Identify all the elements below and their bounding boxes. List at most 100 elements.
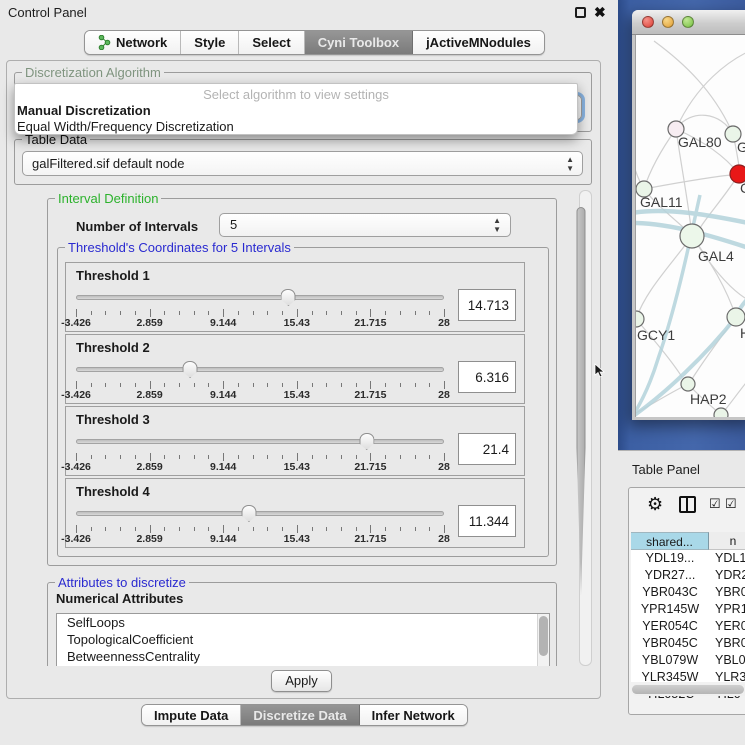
list-item[interactable]: BetweennessCentrality [57, 648, 549, 665]
list-scrollbar-thumb[interactable] [539, 616, 548, 656]
threshold-2-panel: Threshold 2 -3.4262.8599.14415.4321.7152… [65, 334, 525, 404]
slider-thumb[interactable] [281, 289, 296, 306]
dropdown-placeholder: Select algorithm to view settings [15, 87, 577, 102]
attributes-group: Attributes to discretize Numerical Attri… [47, 582, 557, 666]
gear-icon[interactable]: ⚙ [647, 494, 663, 515]
threshold-1-value-input[interactable]: 14.713 [458, 289, 516, 321]
threshold-4-value-input[interactable]: 11.344 [458, 505, 516, 537]
table-row[interactable]: YDL19...YDL1 [631, 550, 745, 567]
network-icon [98, 35, 111, 50]
table-row[interactable]: YBR043CYBR0 [631, 584, 745, 601]
column-header-name[interactable]: n [709, 532, 745, 550]
zoom-traffic-light-icon[interactable] [682, 16, 694, 28]
threshold-3-label: Threshold 3 [76, 412, 150, 427]
slider-tick-labels: -3.4262.8599.14415.4321.71528 [76, 461, 444, 473]
table-panel-frame: ⚙ ☑ ☑ shared... n YDL19...YDL1 YDR27...Y… [628, 487, 745, 715]
threshold-1-panel: Threshold 1 -3.4262.8599.14415.4321.7152… [65, 262, 525, 332]
list-item[interactable]: SelfLoops [57, 614, 549, 631]
slider-tick-labels: -3.4262.8599.14415.4321.71528 [76, 389, 444, 401]
threshold-4-label: Threshold 4 [76, 484, 150, 499]
table-row[interactable]: YPR145WYPR1 [631, 601, 745, 618]
control-panel: Control Panel ✖ Network Style Select Cyn… [0, 0, 618, 745]
node-h[interactable] [727, 308, 745, 326]
column-header-shared[interactable]: shared... [631, 532, 709, 550]
table-row[interactable]: YBR045CYBR0 [631, 635, 745, 652]
list-item[interactable]: TopologicalCoefficient [57, 631, 549, 648]
table-data-selected-value: galFiltered.sif default node [32, 156, 184, 171]
control-panel-titlebar: Control Panel ✖ [0, 0, 618, 26]
checkbox-checked-icon[interactable]: ☑ [725, 496, 737, 512]
tab-discretize-data[interactable]: Discretize Data [241, 705, 359, 725]
table-row[interactable]: YDR27...YDR2 [631, 567, 745, 584]
minimize-traffic-light-icon[interactable] [662, 16, 674, 28]
dropdown-item-equal-width-frequency[interactable]: Equal Width/Frequency Discretization [17, 119, 234, 134]
slider-track [76, 367, 444, 372]
slider-track [76, 511, 444, 516]
threshold-2-label: Threshold 2 [76, 340, 150, 355]
close-traffic-light-icon[interactable] [642, 16, 654, 28]
numerical-attributes-list[interactable]: SelfLoops TopologicalCoefficient Between… [56, 613, 550, 666]
node-hap2[interactable] [681, 377, 695, 391]
table-panel: Table Panel ⚙ ☑ ☑ shared... n YDL19...YD… [618, 450, 745, 745]
threshold-1-label: Threshold 1 [76, 268, 150, 283]
tab-network[interactable]: Network [85, 31, 181, 54]
threshold-1-slider[interactable]: -3.4262.8599.14415.4321.71528 [76, 289, 444, 329]
node-label: HAP2 [690, 391, 727, 407]
node-label: GAL11 [640, 194, 683, 210]
tab-style[interactable]: Style [181, 31, 239, 54]
close-icon[interactable]: ✖ [594, 4, 606, 21]
threshold-2-value-input[interactable]: 6.316 [458, 361, 516, 393]
table-data-combobox[interactable]: galFiltered.sif default node ▲▼ [22, 151, 583, 176]
slider-ticks [76, 309, 444, 317]
dropdown-item-manual-discretization[interactable]: Manual Discretization [17, 103, 151, 118]
slider-thumb[interactable] [183, 361, 198, 378]
threshold-3-panel: Threshold 3 -3.4262.8599.14415.4321.7152… [65, 406, 525, 476]
slider-track [76, 295, 444, 300]
table-row[interactable]: YER054CYER0 [631, 618, 745, 635]
number-of-intervals-spinner[interactable]: 5 ▲▼ [219, 213, 511, 237]
top-tab-bar: Network Style Select Cyni Toolbox jActiv… [84, 30, 545, 55]
threshold-2-slider[interactable]: -3.4262.8599.14415.4321.71528 [76, 361, 444, 401]
columns-icon[interactable] [679, 496, 696, 513]
node-label: GAL80 [678, 134, 722, 150]
number-of-intervals-label: Number of Intervals [76, 219, 198, 234]
threshold-3-slider[interactable]: -3.4262.8599.14415.4321.71528 [76, 433, 444, 473]
tab-infer-network[interactable]: Infer Network [360, 705, 467, 725]
node-label: GA [737, 139, 745, 155]
table-toolbar: ⚙ ☑ ☑ [629, 488, 745, 522]
node-gcy1[interactable] [636, 311, 644, 327]
slider-thumb[interactable] [241, 505, 256, 522]
threshold-3-value-input[interactable]: 21.4 [458, 433, 516, 465]
network-canvas[interactable]: GAL80 GA GAL11 C GAL4 GCY1 H HAP2 [635, 35, 745, 417]
interval-definition-title: Interval Definition [55, 191, 161, 206]
thresholds-group: Threshold's Coordinates for 5 Intervals … [57, 247, 549, 557]
list-scrollbar[interactable] [537, 614, 549, 666]
desktop-background: GAL80 GA GAL11 C GAL4 GCY1 H HAP2 [618, 0, 745, 450]
slider-tick-labels: -3.4262.8599.14415.4321.71528 [76, 533, 444, 545]
node-label: C [740, 180, 745, 196]
tab-jactivemnodules[interactable]: jActiveMNodules [413, 31, 544, 54]
node[interactable] [714, 408, 728, 417]
network-window-titlebar[interactable] [632, 10, 745, 35]
float-window-icon[interactable] [575, 7, 586, 18]
tab-select[interactable]: Select [239, 31, 304, 54]
tab-impute-data[interactable]: Impute Data [142, 705, 241, 725]
slider-thumb[interactable] [359, 433, 374, 450]
slider-track [76, 439, 444, 444]
table-horizontal-scrollbar[interactable] [631, 684, 745, 696]
threshold-4-panel: Threshold 4 -3.4262.8599.14415.4321.7152… [65, 478, 525, 548]
slider-ticks [76, 381, 444, 389]
table-scrollbar-thumb[interactable] [632, 685, 744, 694]
bottom-tab-bar: Impute Data Discretize Data Infer Networ… [141, 704, 468, 726]
node-label: H [740, 325, 745, 341]
main-scrollbar[interactable] [579, 190, 592, 666]
threshold-4-slider[interactable]: -3.4262.8599.14415.4321.71528 [76, 505, 444, 545]
checkbox-checked-icon[interactable]: ☑ [709, 496, 721, 512]
table-panel-title: Table Panel [632, 462, 700, 477]
tab-cyni-toolbox[interactable]: Cyni Toolbox [305, 31, 413, 54]
mouse-cursor [594, 363, 606, 382]
table-row[interactable]: YBL079WYBL0 [631, 652, 745, 669]
apply-button[interactable]: Apply [271, 670, 332, 692]
node-gal4[interactable] [680, 224, 704, 248]
right-region: GAL80 GA GAL11 C GAL4 GCY1 H HAP2 Table [618, 0, 745, 745]
